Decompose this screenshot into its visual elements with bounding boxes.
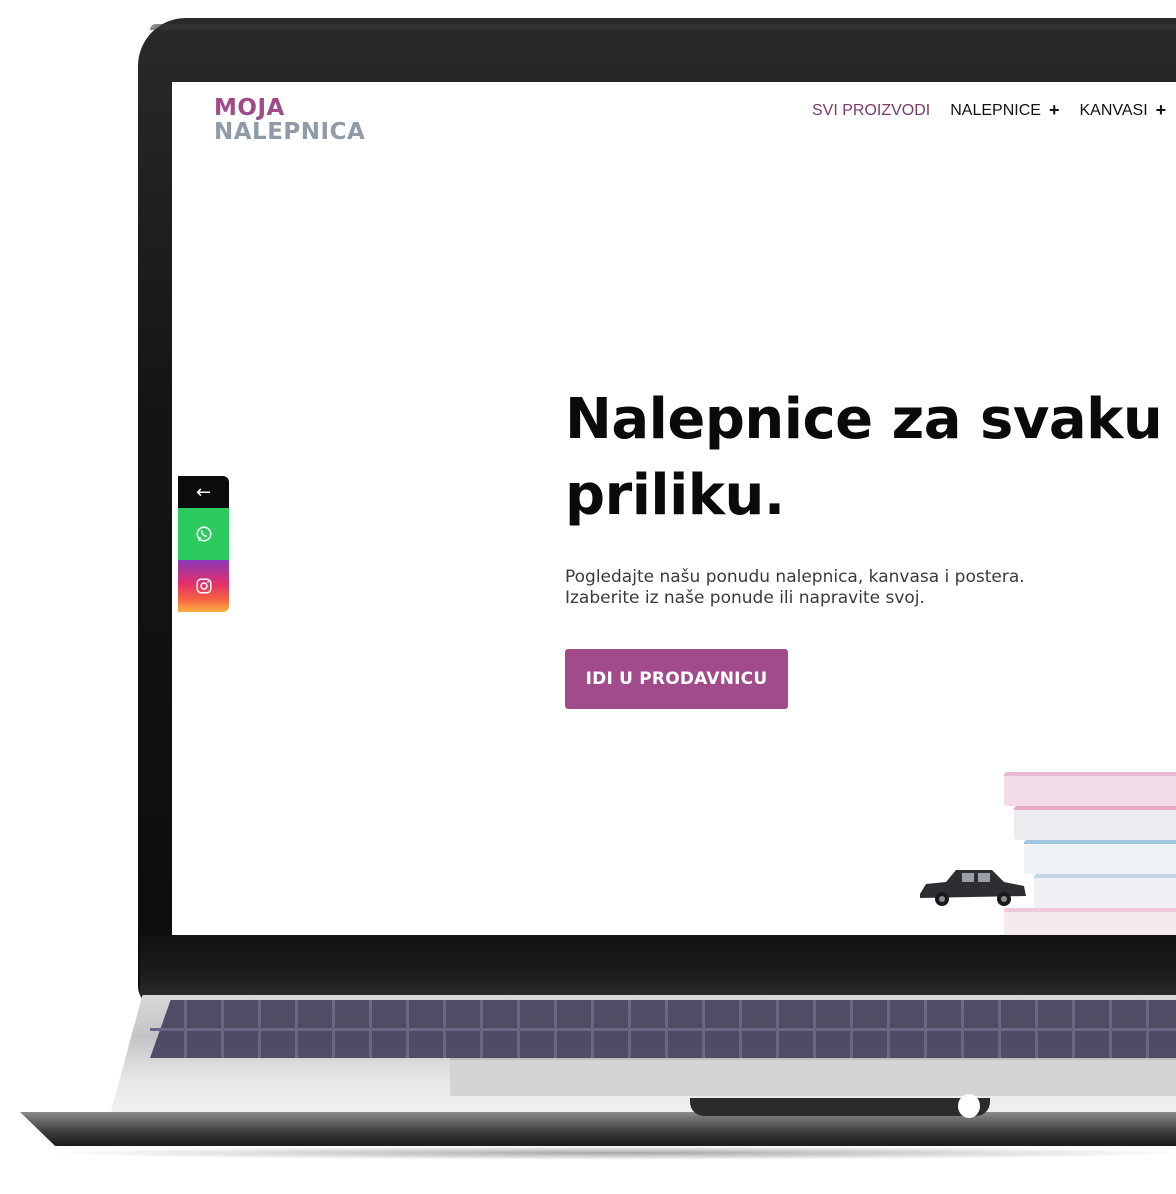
logo-line-2: NALEPNICA — [214, 119, 366, 145]
whatsapp-icon — [196, 526, 211, 542]
base-light — [958, 1094, 980, 1118]
plus-icon[interactable]: + — [1156, 100, 1167, 121]
hero-title: Nalepnice za svaku priliku. — [565, 387, 1163, 528]
go-to-shop-button[interactable]: IDI U PRODAVNICU — [565, 649, 788, 709]
arrow-left-icon[interactable]: ← — [178, 476, 229, 508]
whatsapp-button[interactable] — [178, 508, 229, 560]
nav-item-nalepnice[interactable]: NALEPNICE + — [950, 100, 1059, 121]
logo-line-1: MOJA — [214, 95, 285, 121]
main-nav: SVI PROIZVODI NALEPNICE + KANVASI + — [812, 100, 1166, 121]
hero-subtitle-line-1: Pogledajte našu ponudu nalepnica, kanvas… — [565, 567, 1025, 587]
nav-item-kanvasi[interactable]: KANVASI + — [1079, 100, 1166, 121]
instagram-button[interactable] — [178, 560, 229, 612]
nav-item-svi-proizvodi[interactable]: SVI PROIZVODI — [812, 102, 930, 120]
laptop-shadow — [40, 1146, 1176, 1160]
nav-item-label: SVI PROIZVODI — [812, 101, 931, 119]
trackpad — [450, 1058, 1176, 1096]
laptop-base — [20, 1112, 1176, 1146]
nav-item-label: NALEPNICE — [950, 101, 1041, 119]
screen-bottom-bezel — [140, 935, 1176, 995]
site-logo[interactable]: MOJA NALEPNICA — [214, 96, 365, 144]
keyboard-row-divider — [150, 1028, 1176, 1031]
plus-icon[interactable]: + — [1049, 100, 1060, 121]
lid-edge — [150, 24, 1176, 30]
laptop-mockup: MOJA NALEPNICA SVI PROIZVODI NALEPNICE +… — [0, 0, 1176, 1194]
camera-dot — [855, 42, 863, 50]
hero-subtitle-line-2: Izaberite iz naše ponude ili napravite s… — [565, 588, 925, 608]
toy-car-image — [920, 870, 1026, 906]
hero-subtitle: Pogledajte našu ponudu nalepnica, kanvas… — [565, 567, 1165, 609]
instagram-icon — [196, 578, 211, 594]
laptop-screen: MOJA NALEPNICA SVI PROIZVODI NALEPNICE +… — [172, 82, 1176, 935]
social-sidebar: ← — [178, 476, 229, 612]
base-notch — [690, 1098, 990, 1116]
nav-item-label: KANVASI — [1079, 101, 1148, 119]
